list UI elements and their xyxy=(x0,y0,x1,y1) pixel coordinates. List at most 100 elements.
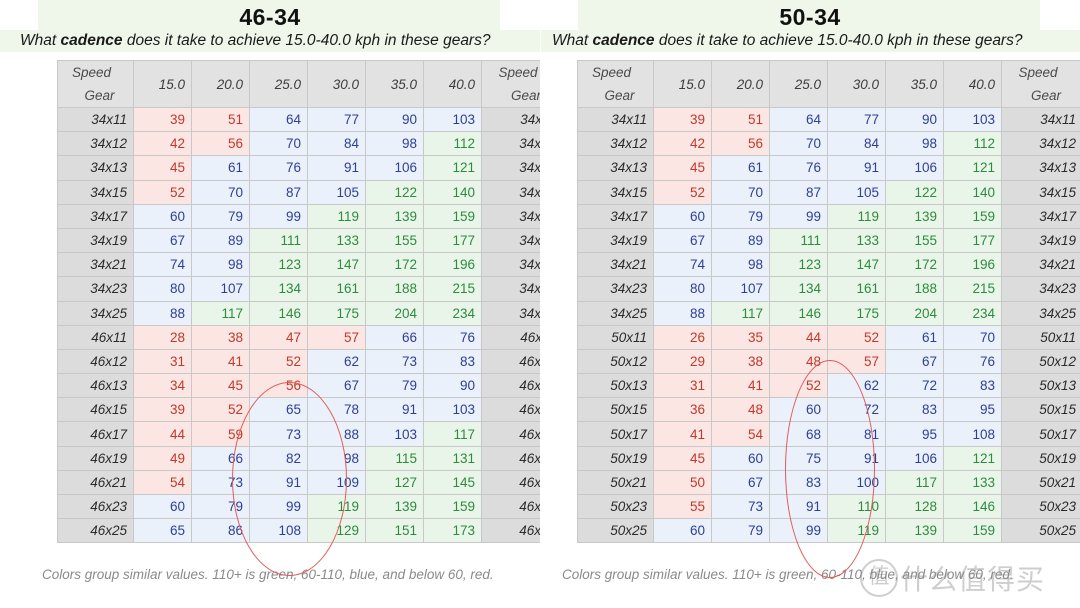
table-row: 34x1760799911913915934x17 xyxy=(57,203,540,229)
header-gear-label: Gear xyxy=(84,88,115,103)
cadence-cell: 68 xyxy=(769,421,828,447)
header-speed-column: 35.0 xyxy=(365,60,424,108)
cadence-cell: 73 xyxy=(249,421,308,447)
cadence-cell: 75 xyxy=(769,445,828,471)
cadence-cell: 90 xyxy=(885,106,944,133)
cadence-cell: 45 xyxy=(191,373,250,399)
cadence-cell: 31 xyxy=(133,348,192,375)
cadence-cell: 100 xyxy=(827,469,886,496)
gear-label-left: 34x11 xyxy=(57,106,134,133)
header-speed-column: 20.0 xyxy=(191,60,250,108)
cadence-cell: 48 xyxy=(711,397,770,423)
gear-label-left: 46x12 xyxy=(57,348,134,375)
gear-label-right: 34x15 xyxy=(1001,179,1080,205)
gear-label-right: 46x12 xyxy=(481,348,540,375)
cadence-cell: 45 xyxy=(653,155,712,181)
cadence-cell: 88 xyxy=(307,421,366,447)
cadence-cell: 56 xyxy=(249,373,308,399)
gear-label-right: 34x21 xyxy=(1001,252,1080,278)
gear-label-right: 34x19 xyxy=(1001,227,1080,254)
cadence-cell: 74 xyxy=(653,252,712,278)
header-gear-label-right: Gear xyxy=(510,88,540,103)
cadence-cell: 87 xyxy=(249,179,308,205)
cadence-cell: 79 xyxy=(711,203,770,229)
gear-label-right: 50x13 xyxy=(1001,373,1080,399)
gear-label-left: 50x12 xyxy=(577,348,654,375)
gear-label-right: 50x17 xyxy=(1001,421,1080,447)
cadence-cell: 80 xyxy=(653,276,712,302)
gear-label-left: 46x19 xyxy=(57,445,134,471)
table-row: 34x11395164779010334x11 xyxy=(57,106,540,133)
cadence-cell: 28 xyxy=(133,324,192,350)
panel-subtitle: What cadence does it take to achieve 15.… xyxy=(20,32,540,50)
cadence-cell: 122 xyxy=(885,179,944,205)
cadence-cell: 39 xyxy=(653,106,712,133)
table-row: 34x1760799911913915934x17 xyxy=(577,203,1080,229)
cadence-cell: 106 xyxy=(885,155,944,181)
header-speed-column: 40.0 xyxy=(423,60,482,108)
cadence-cell: 83 xyxy=(769,469,828,496)
gear-label-left: 46x15 xyxy=(57,397,134,423)
gear-label-right: 46x13 xyxy=(481,373,540,399)
table-row: 50x13 31 41 52 62 72 83 50x13 xyxy=(577,373,1080,399)
cadence-cell: 73 xyxy=(365,348,424,375)
gear-label-left: 34x23 xyxy=(577,276,654,302)
table-row: 34x1552708710512214034x15 xyxy=(577,179,1080,205)
table-row: 34x11395164779010334x11 xyxy=(577,106,1080,133)
gear-label-left: 46x11 xyxy=(57,324,134,350)
cadence-cell: 119 xyxy=(827,518,886,544)
panel-content: 50-34 What cadence does it take to achiev… xyxy=(540,0,1080,608)
panel-title: 46-34 xyxy=(239,4,301,30)
cadence-cell: 56 xyxy=(191,131,250,157)
cadence-cell: 177 xyxy=(423,227,482,254)
gear-label-right: 46x23 xyxy=(481,493,540,520)
cadence-cell: 95 xyxy=(885,421,944,447)
cadence-cell: 103 xyxy=(423,397,482,423)
table-row: 34x12425670849811234x12 xyxy=(57,131,540,157)
cadence-cell: 106 xyxy=(365,155,424,181)
cadence-cell: 103 xyxy=(943,106,1002,133)
cadence-cell: 128 xyxy=(885,493,944,520)
cadence-cell: 139 xyxy=(365,203,424,229)
gear-label-left: 34x13 xyxy=(57,155,134,181)
cadence-cell: 73 xyxy=(191,469,250,496)
gear-label-right: 34x11 xyxy=(481,106,540,133)
cadence-cell: 111 xyxy=(249,227,308,254)
cadence-cell: 65 xyxy=(133,518,192,544)
cadence-cell: 39 xyxy=(133,397,192,423)
table-row: 50x25 60 79 99 119 139 159 50x25 xyxy=(577,518,1080,544)
cadence-cell: 83 xyxy=(423,348,482,375)
cadence-cell: 106 xyxy=(885,445,944,471)
cadence-cell: 91 xyxy=(827,445,886,471)
subtitle-pre: What xyxy=(552,32,593,49)
gear-label-right: 50x21 xyxy=(1001,469,1080,496)
legend-caption: Colors group similar values. 110+ is gre… xyxy=(562,567,1014,582)
cadence-cell: 39 xyxy=(133,106,192,133)
gear-label-left: 34x17 xyxy=(577,203,654,229)
cadence-cell: 119 xyxy=(307,493,366,520)
cadence-cell: 159 xyxy=(943,518,1002,544)
panel-content: 46-34 What cadence does it take to achiev… xyxy=(0,0,540,608)
cadence-cell: 70 xyxy=(711,179,770,205)
cadence-cell: 196 xyxy=(943,252,1002,278)
table-row: 34x21749812314717219634x21 xyxy=(577,252,1080,278)
cadence-cell: 103 xyxy=(365,421,424,447)
cadence-cell: 73 xyxy=(711,493,770,520)
cadence-cell: 105 xyxy=(827,179,886,205)
cadence-cell: 139 xyxy=(885,518,944,544)
table-row: 34x134561769110612134x13 xyxy=(57,155,540,181)
gear-label-left: 34x17 xyxy=(57,203,134,229)
cadence-cell: 196 xyxy=(423,252,482,278)
gear-label-right: 34x25 xyxy=(481,300,540,326)
cadence-cell: 91 xyxy=(249,469,308,496)
cadence-cell: 117 xyxy=(191,300,250,326)
cadence-cell: 133 xyxy=(827,227,886,254)
cadence-cell: 91 xyxy=(827,155,886,181)
cadence-cell: 134 xyxy=(249,276,308,302)
table-row: 50x12 29 38 48 57 67 76 50x12 xyxy=(577,348,1080,375)
cadence-cell: 175 xyxy=(307,300,366,326)
header-gear-label: Gear xyxy=(604,88,635,103)
cadence-cell: 52 xyxy=(827,324,886,350)
gear-table-panel-right: 50-34 What cadence does it take to achiev… xyxy=(540,0,1080,608)
cadence-cell: 67 xyxy=(653,227,712,254)
